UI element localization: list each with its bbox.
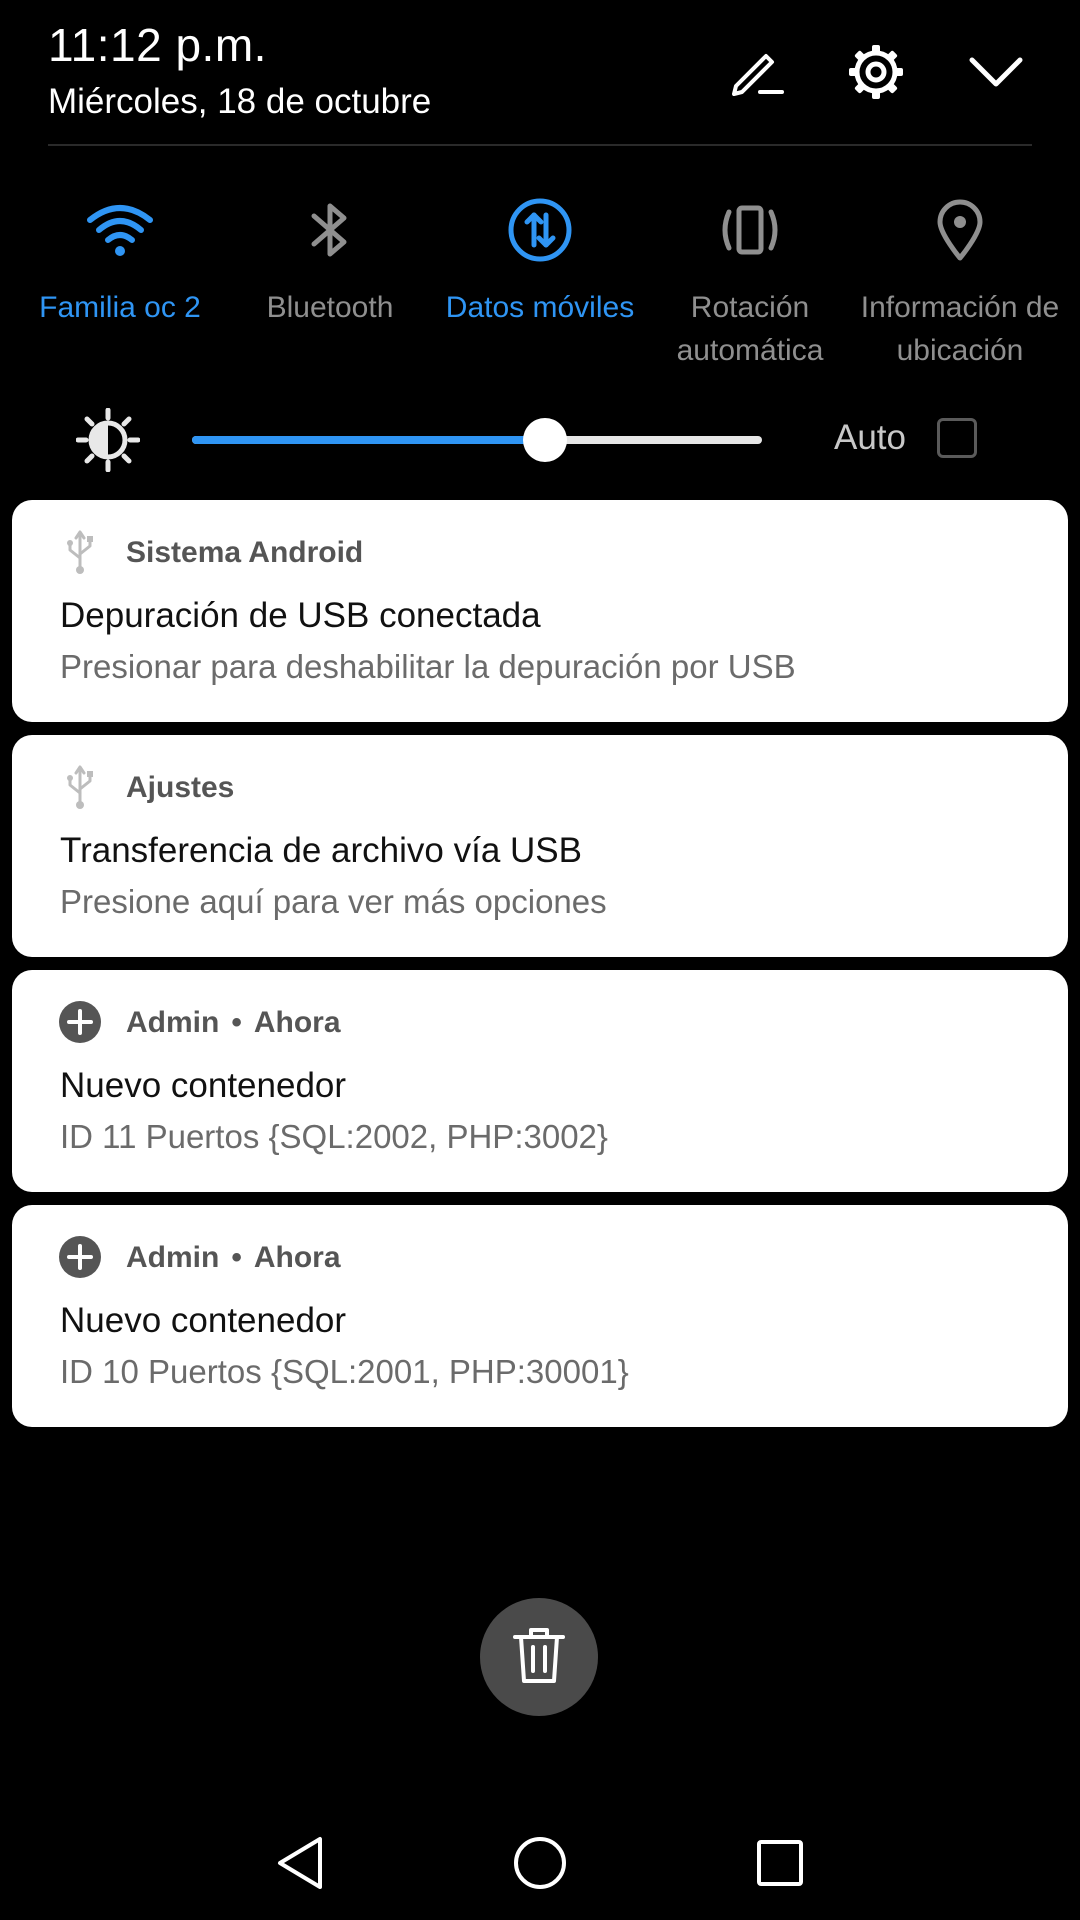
separator-dot: • (231, 1241, 242, 1274)
home-circle-icon (512, 1835, 568, 1896)
notification-time: Ahora (253, 1006, 341, 1039)
notification-title: Nuevo contenedor (60, 1066, 347, 1105)
toggle-bluetooth[interactable]: Bluetooth (225, 190, 435, 329)
toggle-auto-rotate[interactable]: Rotación automática (645, 190, 855, 372)
date-label: Miércoles, 18 de octubre (48, 82, 432, 121)
pencil-icon (726, 42, 786, 102)
notification-body: Presionar para deshabilitar la depuració… (60, 648, 796, 685)
toggle-label: Información de ubicación (860, 291, 1060, 367)
chevron-down-icon (968, 52, 1024, 92)
trash-icon (511, 1625, 567, 1690)
usb-icon (58, 530, 102, 574)
notification-time: Ahora (253, 1241, 341, 1274)
collapse-button[interactable] (964, 40, 1028, 104)
usb-icon (58, 765, 102, 809)
notification-app-name: Ajustes (126, 771, 235, 804)
back-triangle-icon (274, 1835, 326, 1896)
notification-app-name: Sistema Android (126, 536, 364, 569)
notification-app-row: Admin • Ahora (126, 1006, 341, 1040)
wifi-icon (80, 190, 160, 270)
gear-icon (845, 41, 907, 103)
auto-rotate-icon (710, 190, 790, 270)
clock-time: 11:12 p.m. (48, 19, 267, 71)
auto-brightness-label: Auto (834, 418, 906, 457)
brightness-row: Auto (0, 400, 1080, 480)
notification-card[interactable]: Admin • Ahora Nuevo contenedor ID 11 Puert… (12, 970, 1068, 1192)
toggle-label: Datos móviles (445, 291, 635, 324)
brightness-slider[interactable] (192, 418, 762, 462)
notification-card[interactable]: Sistema Android Depuración de USB conect… (12, 500, 1068, 722)
notification-list: Sistema Android Depuración de USB conect… (12, 500, 1068, 1440)
location-icon (920, 190, 1000, 270)
header-divider (48, 144, 1032, 146)
quick-settings-toggles: Familia oc 2 Bluetooth Datos móviles Rot… (0, 190, 1080, 390)
slider-fill (192, 436, 545, 444)
toggle-location[interactable]: Información de ubicación (855, 190, 1065, 372)
back-button[interactable] (260, 1830, 340, 1900)
notification-app-name: Admin (126, 1241, 220, 1274)
toggle-mobile-data[interactable]: Datos móviles (435, 190, 645, 329)
recents-button[interactable] (740, 1830, 820, 1900)
recents-square-icon (755, 1838, 805, 1893)
toggle-label: Rotación automática (676, 291, 824, 367)
toggle-label: Familia oc 2 (39, 291, 201, 324)
slider-thumb[interactable] (523, 418, 567, 462)
plus-circle-icon (58, 1000, 102, 1044)
status-header: 11:12 p.m. Miércoles, 18 de octubre (0, 0, 1080, 146)
separator-dot: • (231, 1006, 242, 1039)
home-button[interactable] (500, 1830, 580, 1900)
plus-circle-icon (58, 1235, 102, 1279)
clear-all-button[interactable] (480, 1598, 598, 1716)
navigation-bar (0, 1810, 1080, 1920)
notification-title: Depuración de USB conectada (60, 596, 541, 635)
bluetooth-icon (290, 190, 370, 270)
mobile-data-icon (500, 190, 580, 270)
brightness-icon (75, 407, 141, 473)
notification-title: Nuevo contenedor (60, 1301, 347, 1340)
auto-brightness-checkbox[interactable] (937, 418, 977, 458)
toggle-label: Bluetooth (266, 291, 394, 324)
notification-app-row: Admin • Ahora (126, 1241, 341, 1275)
notification-card[interactable]: Admin • Ahora Nuevo contenedor ID 10 Puert… (12, 1205, 1068, 1427)
notification-body: Presione aquí para ver más opciones (60, 883, 607, 920)
notification-app-row: Ajustes (126, 771, 234, 805)
notification-app-name: Admin (126, 1006, 220, 1039)
notification-title: Transferencia de archivo vía USB (60, 831, 582, 870)
notification-app-row: Sistema Android (126, 536, 363, 570)
notification-card[interactable]: Ajustes Transferencia de archivo vía USB… (12, 735, 1068, 957)
settings-button[interactable] (844, 40, 908, 104)
edit-button[interactable] (724, 40, 788, 104)
notification-body: ID 10 Puertos {SQL:2001, PHP:30001} (60, 1353, 629, 1390)
toggle-wifi[interactable]: Familia oc 2 (15, 190, 225, 329)
notification-body: ID 11 Puertos {SQL:2002, PHP:3002} (60, 1118, 608, 1155)
